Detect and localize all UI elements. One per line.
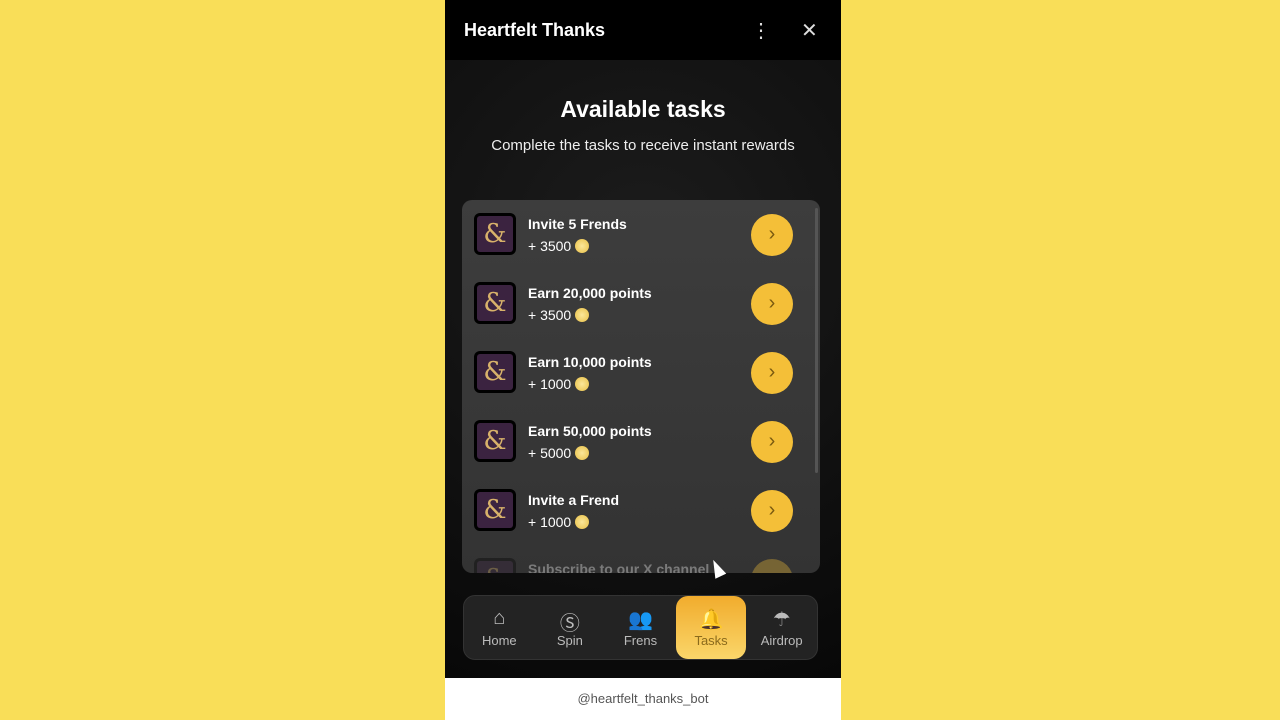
task-reward: + 1000 xyxy=(528,514,590,530)
task-go-button[interactable]: › xyxy=(751,490,793,532)
task-reward: + 3500 xyxy=(528,307,590,323)
coin-icon xyxy=(575,308,590,322)
task-logo-icon: & xyxy=(474,282,516,324)
chevron-right-icon: › xyxy=(769,568,776,573)
mini-app-window: Heartfelt Thanks ⋮ ✕ Available tasks Com… xyxy=(445,0,841,720)
task-logo-icon: & xyxy=(474,351,516,393)
task-name: Earn 50,000 points xyxy=(528,423,652,439)
nav-label: Home xyxy=(481,633,517,648)
task-go-button[interactable]: › xyxy=(751,559,793,573)
task-reward: + 5000 xyxy=(528,445,590,461)
task-go-button[interactable]: › xyxy=(751,421,793,463)
task-name: Subscribe to our X channel xyxy=(528,561,710,573)
task-item[interactable]: & Earn 10,000 points + 1000 › xyxy=(462,338,820,407)
page-subtitle: Complete the tasks to receive instant re… xyxy=(491,137,795,154)
nav-frens[interactable]: 👥 Frens xyxy=(605,596,676,659)
nav-spin[interactable]: Ⓢ Spin xyxy=(535,596,606,659)
chevron-right-icon: › xyxy=(768,292,776,314)
task-go-button[interactable]: › xyxy=(751,214,793,256)
task-reward: + 3500 xyxy=(528,238,590,254)
task-reward: + 1000 xyxy=(528,376,590,392)
more-vertical-icon[interactable]: ⋮ xyxy=(751,18,771,43)
reward-amount: + 1000 xyxy=(528,514,572,530)
coin-icon xyxy=(575,446,590,460)
chevron-right-icon: › xyxy=(768,499,776,521)
task-go-button[interactable]: › xyxy=(751,352,793,394)
task-item[interactable]: & Invite a Frend + 1000 › xyxy=(462,476,820,545)
nav-home[interactable]: ⌂ Home xyxy=(464,596,535,659)
parachute-icon: ☂ xyxy=(772,609,791,631)
coin-icon xyxy=(575,377,590,391)
reward-amount: + 5000 xyxy=(528,445,572,461)
task-name: Earn 10,000 points xyxy=(528,354,652,370)
bottom-nav: ⌂ Home Ⓢ Spin 👥 Frens 🔔 Tasks ☂ Airdrop xyxy=(463,595,818,660)
task-list: & Invite 5 Frends + 3500 › & Earn 20,000 … xyxy=(462,200,820,573)
task-logo-icon: & xyxy=(474,420,516,462)
home-icon: ⌂ xyxy=(493,607,506,629)
task-logo-icon: & xyxy=(474,489,516,531)
header: Heartfelt Thanks ⋮ ✕ xyxy=(445,0,841,60)
nav-label: Airdrop xyxy=(760,633,803,648)
nav-label: Tasks xyxy=(694,633,728,648)
reward-amount: + 3500 xyxy=(528,307,572,323)
task-item[interactable]: & Earn 20,000 points + 3500 › xyxy=(462,269,820,338)
bot-username: @heartfelt_thanks_bot xyxy=(445,678,841,720)
bell-icon: 🔔 xyxy=(698,609,724,631)
page-title: Available tasks xyxy=(560,96,726,122)
task-logo-icon: & xyxy=(474,558,516,573)
coin-icon xyxy=(575,239,590,253)
nav-airdrop[interactable]: ☂ Airdrop xyxy=(746,596,817,659)
task-go-button[interactable]: › xyxy=(751,283,793,325)
task-item[interactable]: & Earn 50,000 points + 5000 › xyxy=(462,407,820,476)
chevron-right-icon: › xyxy=(768,223,776,245)
task-item[interactable]: & Subscribe to our X channel › xyxy=(462,545,820,573)
task-name: Invite a Frend xyxy=(528,492,620,508)
coin-icon xyxy=(575,515,590,529)
nav-label: Frens xyxy=(623,633,658,648)
chevron-right-icon: › xyxy=(768,361,776,383)
nav-tasks[interactable]: 🔔 Tasks xyxy=(675,596,747,659)
reward-amount: + 1000 xyxy=(528,376,572,392)
close-icon[interactable]: ✕ xyxy=(801,18,818,43)
tasks-page: Available tasks Complete the tasks to re… xyxy=(445,60,841,678)
app-title: Heartfelt Thanks xyxy=(464,19,606,40)
task-name: Earn 20,000 points xyxy=(528,285,652,301)
dollar-circle-icon: Ⓢ xyxy=(559,613,580,635)
nav-label: Spin xyxy=(556,633,583,648)
users-icon: 👥 xyxy=(628,609,653,631)
chevron-right-icon: › xyxy=(768,430,776,452)
task-logo-icon: & xyxy=(474,213,516,255)
reward-amount: + 3500 xyxy=(528,238,572,254)
task-item[interactable]: & Invite 5 Frends + 3500 › xyxy=(462,200,820,269)
task-name: Invite 5 Frends xyxy=(528,216,627,232)
